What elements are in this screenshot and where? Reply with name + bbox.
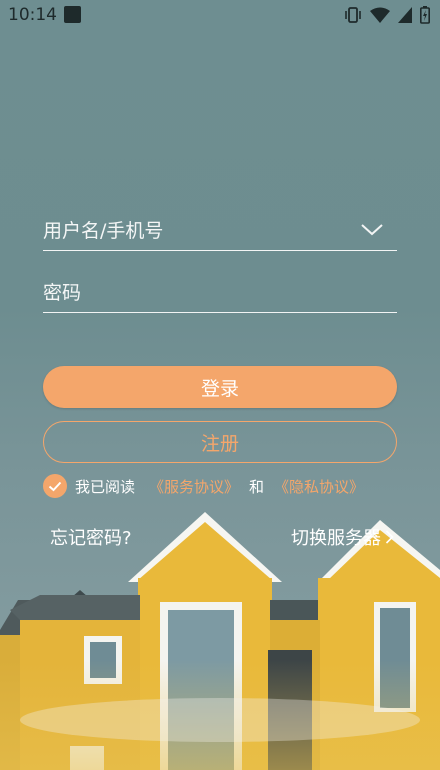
switch-server-label: 切换服务器 (291, 528, 381, 549)
wifi-icon (370, 7, 390, 23)
checkmark-icon (48, 481, 62, 491)
privacy-agreement-link[interactable]: 《隐私协议》 (274, 476, 364, 497)
switch-server-link[interactable]: 切换服务器 (291, 524, 394, 550)
password-field[interactable] (43, 268, 397, 313)
register-button-label: 注册 (200, 432, 239, 455)
and-text: 和 (249, 477, 265, 496)
battery-icon (420, 6, 430, 24)
house-background-image (0, 512, 440, 770)
agree-checkbox[interactable] (43, 474, 67, 498)
status-icons (344, 6, 430, 24)
chevron-right-icon (385, 530, 394, 544)
vibrate-icon (345, 7, 361, 23)
agreement-row: 我已阅读 《服务协议》 和 《隐私协议》 (43, 474, 364, 498)
signal-icon (398, 7, 412, 23)
login-button[interactable]: 登录 (43, 366, 397, 408)
service-agreement-link[interactable]: 《服务协议》 (149, 476, 239, 497)
username-input[interactable] (43, 220, 353, 242)
username-field[interactable] (43, 206, 397, 251)
status-time: 10:14 (8, 5, 57, 25)
status-bar: 10:14 (0, 0, 440, 30)
login-button-label: 登录 (200, 377, 239, 400)
register-button[interactable]: 注册 (43, 421, 397, 463)
chevron-down-icon[interactable] (361, 224, 383, 236)
password-input[interactable] (43, 282, 353, 304)
forgot-password-link[interactable]: 忘记密码? (50, 524, 132, 550)
agree-text: 我已阅读 (75, 477, 136, 496)
app-notification-icon (64, 6, 81, 23)
